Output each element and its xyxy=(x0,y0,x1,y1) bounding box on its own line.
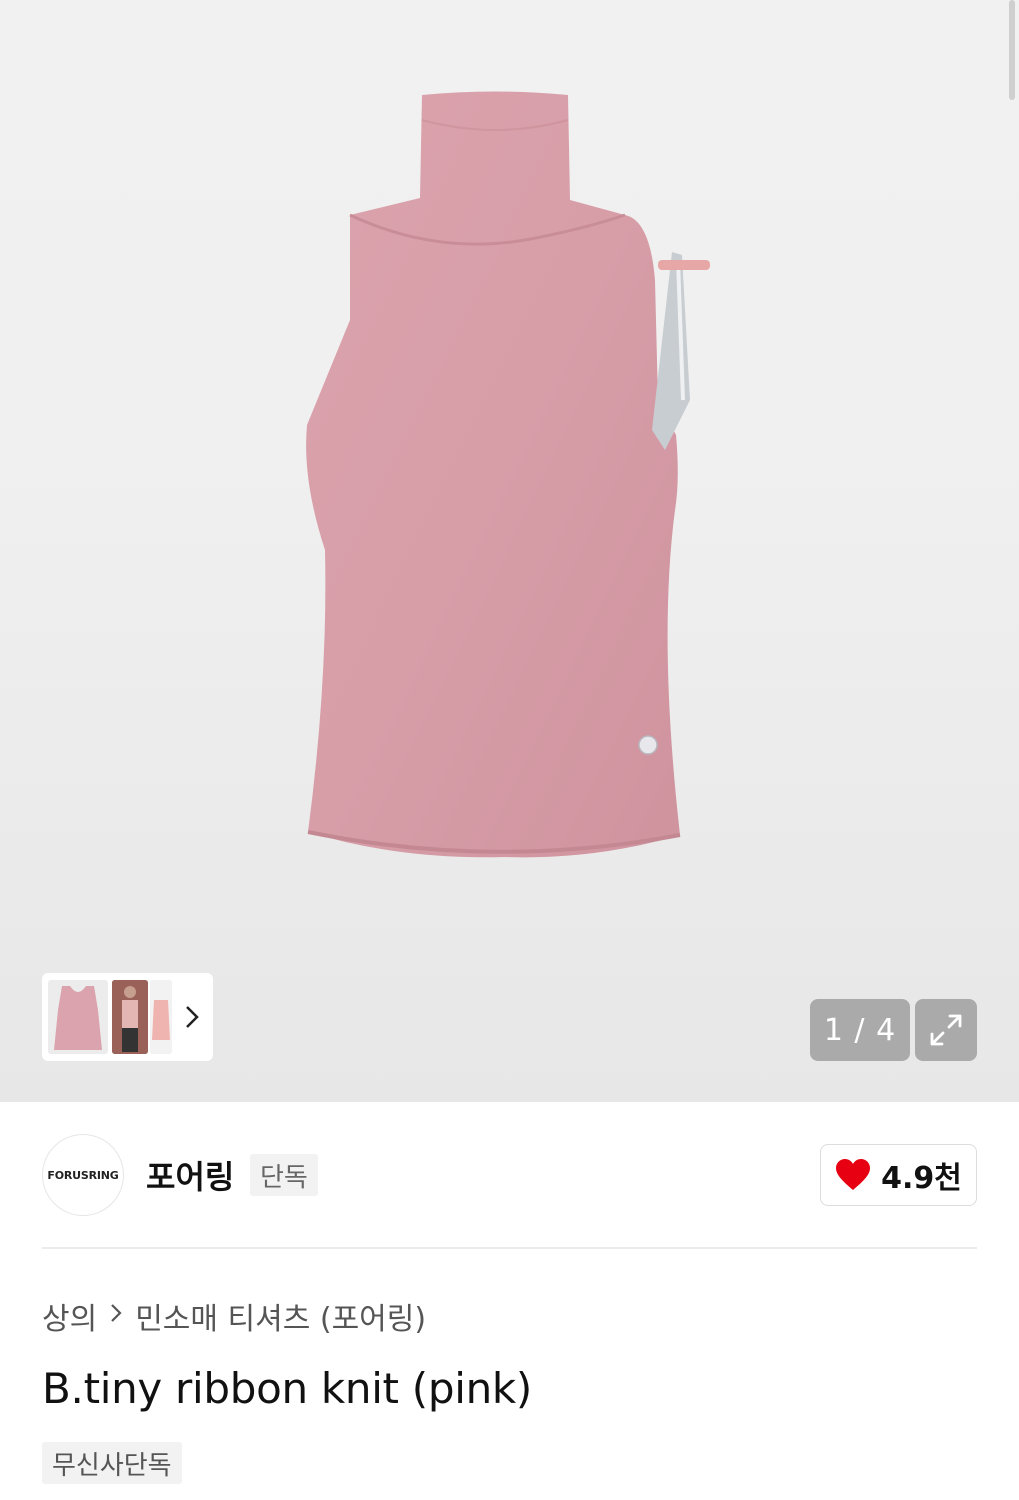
exclusive-badge: 단독 xyxy=(250,1154,318,1196)
heart-icon xyxy=(836,1159,871,1190)
expand-icon xyxy=(930,1014,962,1046)
expand-button[interactable] xyxy=(915,999,977,1061)
like-count: 4.9천 xyxy=(881,1161,962,1196)
brand-logo[interactable]: FORUSRING xyxy=(42,1134,124,1216)
brand-name[interactable]: 포어링 xyxy=(146,1152,234,1198)
musinsa-exclusive-tag: 무신사단독 xyxy=(42,1442,182,1484)
breadcrumb-category[interactable]: 상의 xyxy=(42,1294,97,1338)
image-page-counter: 1 / 4 xyxy=(810,999,910,1061)
brand-row: FORUSRING 포어링 단독 4.9천 xyxy=(42,1134,977,1216)
like-button[interactable]: 4.9천 xyxy=(820,1144,977,1206)
thumbnail-2[interactable] xyxy=(112,980,148,1054)
product-image xyxy=(306,91,710,858)
chevron-right-icon[interactable] xyxy=(182,1002,202,1032)
divider xyxy=(42,1247,977,1249)
breadcrumb-subcategory[interactable]: 민소매 티셔츠 (포어링) xyxy=(135,1294,426,1338)
thumbnail-strip[interactable] xyxy=(42,973,213,1061)
thumbnail-1[interactable] xyxy=(48,980,108,1054)
thumbnail-3[interactable] xyxy=(150,980,172,1054)
breadcrumb: 상의 민소매 티셔츠 (포어링) xyxy=(42,1294,426,1338)
chevron-right-icon xyxy=(109,1301,123,1331)
product-title: B.tiny ribbon knit (pink) xyxy=(42,1364,533,1413)
product-image-gallery[interactable]: 1 / 4 xyxy=(0,0,1019,1102)
scrollbar[interactable] xyxy=(1009,0,1015,100)
